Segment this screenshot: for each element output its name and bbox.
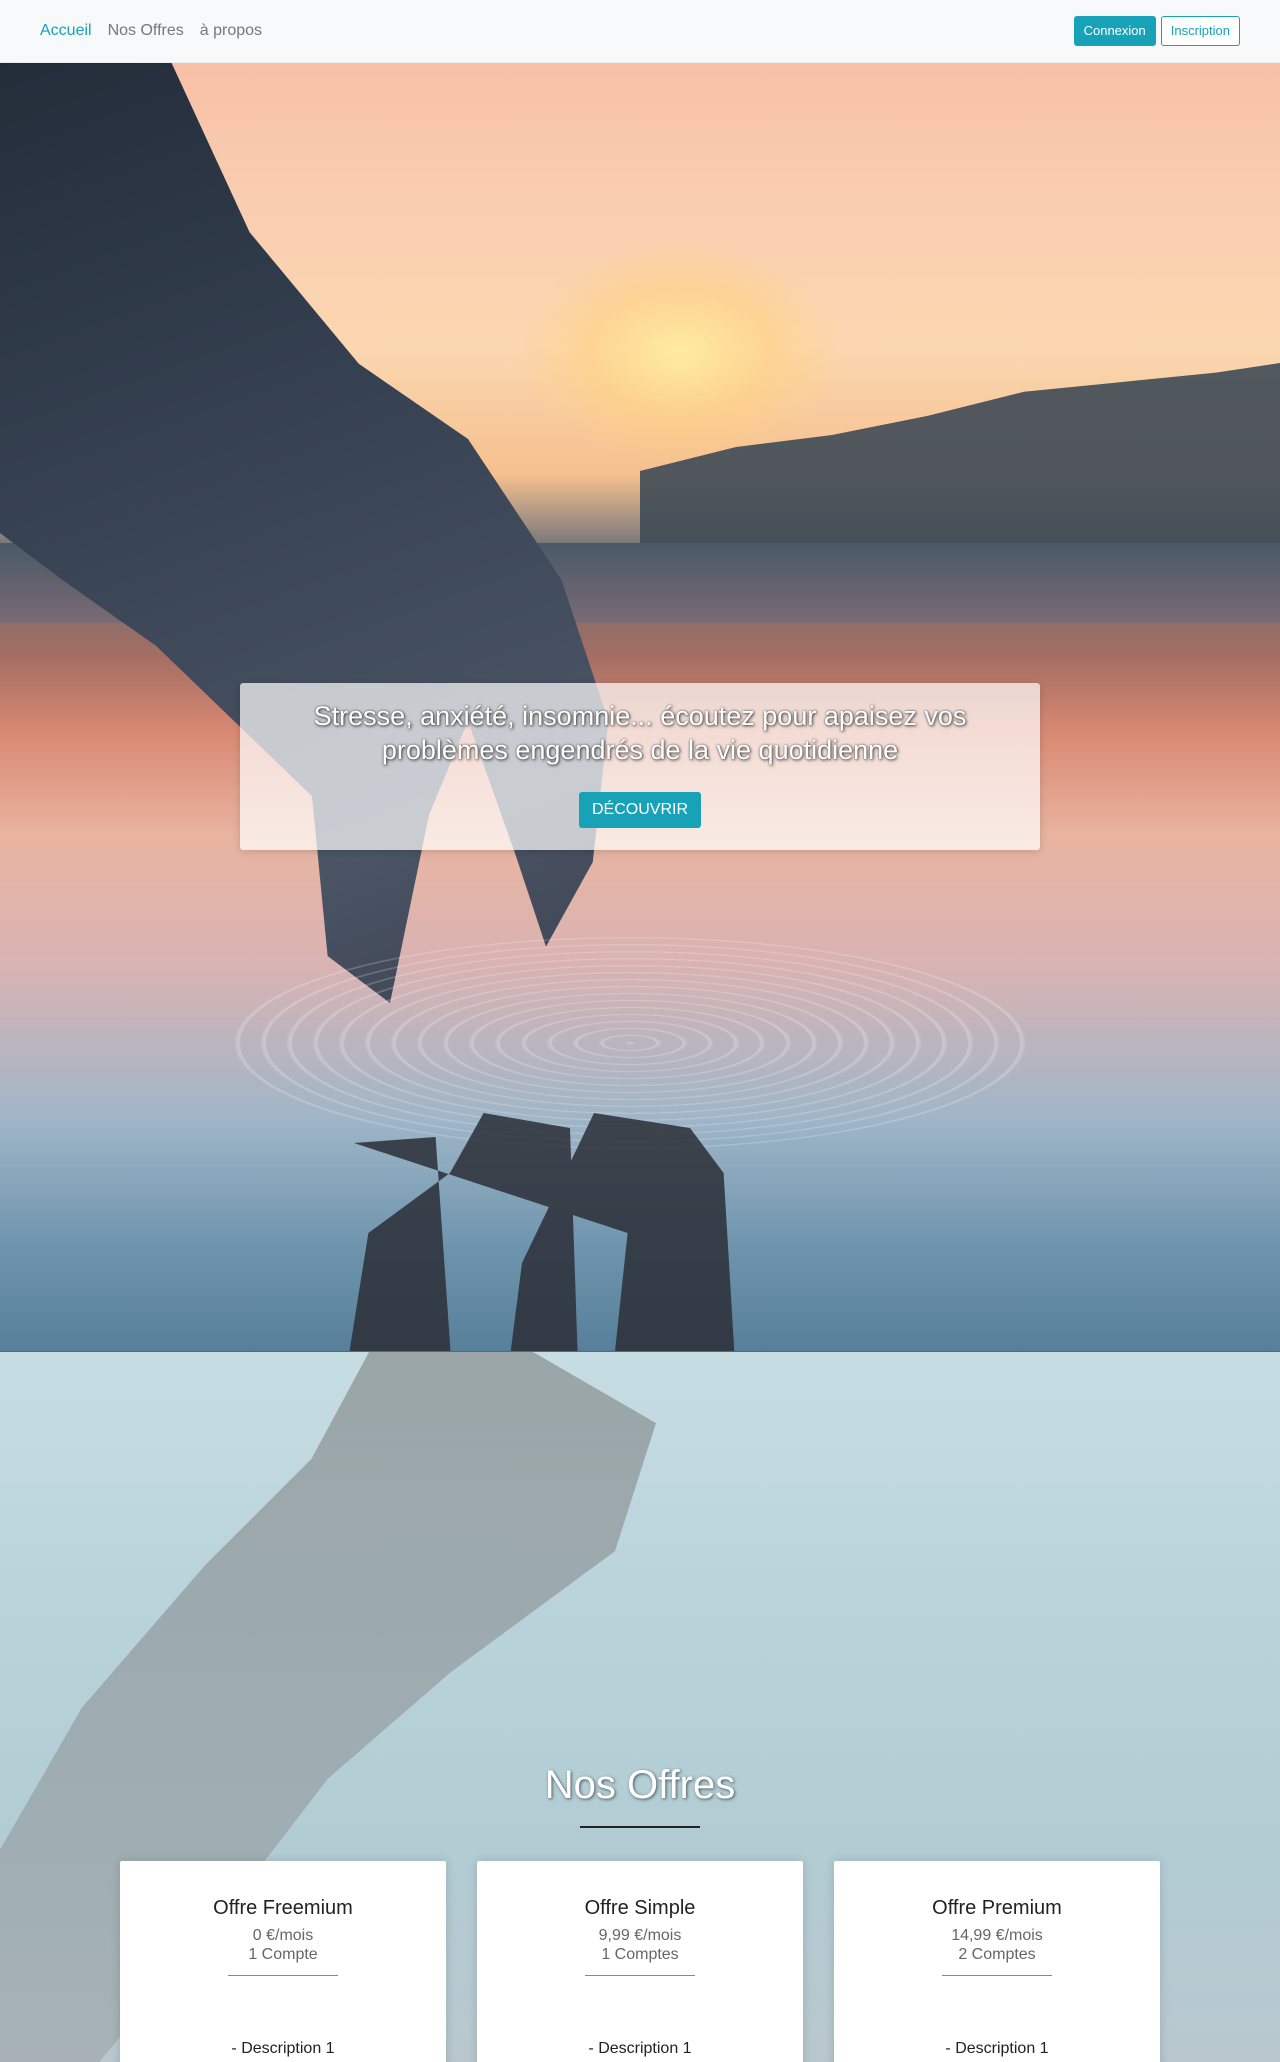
auth-buttons: Connexion Inscription: [1073, 16, 1240, 46]
offer-price: 0 €/mois: [252, 1927, 314, 1944]
nav-link-nos-offres[interactable]: Nos Offres: [108, 22, 184, 40]
nav-link-accueil[interactable]: Accueil: [40, 22, 92, 40]
offer-description: - Description 1: [588, 2040, 692, 2057]
offer-title: Offre Freemium: [213, 1897, 353, 1919]
offer-divider: [585, 1975, 695, 1976]
hero-title: Stresse, anxiété, insomnie... écoutez po…: [313, 701, 967, 765]
login-button[interactable]: Connexion: [1073, 16, 1156, 46]
signup-button[interactable]: Inscription: [1160, 16, 1240, 46]
discover-button[interactable]: DÉCOUVRIR: [578, 792, 701, 828]
offer-accounts: 2 Comptes: [958, 1946, 1036, 1963]
nav-links: Accueil Nos Offres à propos: [40, 22, 262, 40]
offer-card-premium[interactable]: Offre Premium 14,99 €/mois 2 Comptes - D…: [834, 1861, 1160, 2062]
offer-price: 9,99 €/mois: [598, 1927, 682, 1944]
offer-description: - Description 1: [231, 2040, 335, 2057]
offer-accounts: 1 Comptes: [601, 1946, 679, 1963]
offer-card-freemium[interactable]: Offre Freemium 0 €/mois 1 Compte - Descr…: [120, 1861, 446, 2062]
navbar: Accueil Nos Offres à propos Connexion In…: [0, 0, 1280, 63]
offer-title: Offre Simple: [584, 1897, 696, 1919]
hero-card: Stresse, anxiété, insomnie... écoutez po…: [240, 683, 1040, 850]
offer-description: - Description 1: [945, 2040, 1049, 2057]
section-title-underline: [580, 1826, 700, 1828]
offer-card-simple[interactable]: Offre Simple 9,99 €/mois 1 Comptes - Des…: [477, 1861, 803, 2062]
offer-title: Offre Premium: [932, 1897, 1062, 1919]
offer-price: 14,99 €/mois: [951, 1927, 1043, 1944]
hero-image-sun: [520, 243, 840, 463]
offer-accounts: 1 Compte: [248, 1946, 318, 1963]
offers-section-title: Nos Offres: [544, 1763, 736, 1807]
offer-divider: [942, 1975, 1052, 1976]
nav-link-a-propos[interactable]: à propos: [200, 22, 262, 40]
offer-divider: [228, 1975, 338, 1976]
